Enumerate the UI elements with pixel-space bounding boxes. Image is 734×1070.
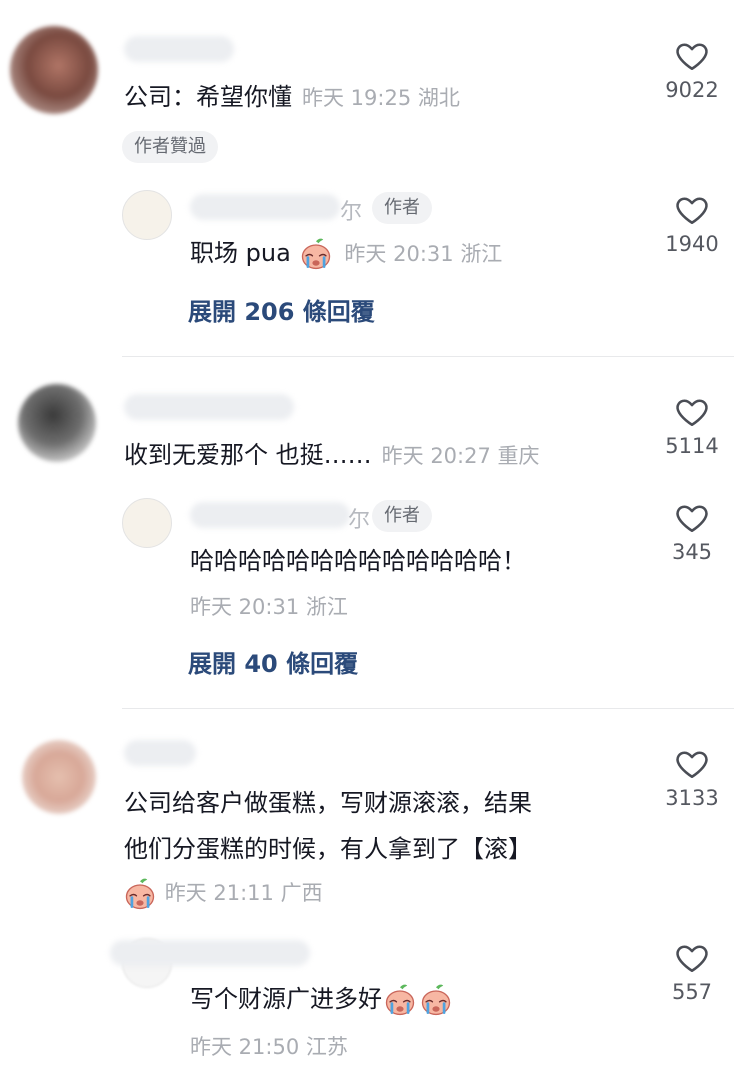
username[interactable] [124, 36, 234, 62]
reply-avatar[interactable] [122, 190, 172, 240]
author-liked-badge: 作者贊過 [122, 131, 218, 163]
author-badge: 作者 [372, 192, 432, 224]
author-badge: 作者 [372, 500, 432, 532]
comment-text: 收到无爱那个 也挺…… 昨天 20:27 重庆 [124, 438, 540, 473]
timestamp: 昨天 20:31 [344, 242, 454, 266]
heart-outline-icon[interactable] [674, 192, 710, 228]
timestamp: 昨天 19:25 [302, 86, 412, 110]
like-count: 5114 [665, 434, 719, 458]
location: 湖北 [417, 86, 460, 110]
reply-username[interactable] [190, 502, 350, 528]
divider [122, 356, 734, 357]
username[interactable] [124, 394, 294, 420]
heart-outline-icon[interactable] [674, 746, 710, 782]
reply-text: 哈哈哈哈哈哈哈哈哈哈哈哈哈！ [190, 547, 526, 575]
crying-peach-emoji-icon [298, 236, 334, 272]
location: 重庆 [497, 444, 540, 468]
comment-meta: 昨天 19:25 湖北 [302, 86, 460, 110]
like-count: 1940 [665, 232, 719, 256]
avatar[interactable] [10, 26, 98, 114]
comment-meta: 昨天 20:27 重庆 [382, 444, 540, 468]
divider [122, 708, 734, 709]
comment-text-line-2: 他们分蛋糕的时候，有人拿到了【滚】 [124, 835, 532, 863]
username[interactable] [124, 740, 196, 766]
heart-outline-icon[interactable] [674, 500, 710, 536]
timestamp: 昨天 21:11 [164, 881, 274, 905]
like-button[interactable]: 5114 [652, 394, 732, 458]
expand-replies-link[interactable]: 展開 206 條回覆 [188, 292, 375, 327]
reply-username-tail: 尔 [348, 508, 371, 533]
reply-username-tail: 尔 [340, 200, 363, 225]
like-button[interactable]: 345 [652, 500, 732, 564]
reply-body: 职场 pua [190, 239, 291, 267]
timestamp: 昨天 20:31 [190, 595, 300, 619]
location: 广西 [280, 881, 323, 905]
like-button[interactable]: 3133 [652, 746, 732, 810]
timestamp: 昨天 20:27 [381, 444, 491, 468]
reply-username[interactable] [110, 940, 310, 966]
crying-peach-emoji-icon [382, 982, 418, 1018]
reply-text: 职场 pua 昨天 20:31 浙江 [190, 236, 502, 272]
location: 江苏 [305, 1035, 348, 1059]
crying-peach-emoji-icon [418, 982, 454, 1018]
heart-outline-icon[interactable] [674, 394, 710, 430]
reply-meta: 昨天 21:50 江苏 [190, 1032, 348, 1062]
location: 浙江 [305, 595, 348, 619]
like-button[interactable]: 1940 [652, 192, 732, 256]
heart-outline-icon[interactable] [674, 38, 710, 74]
like-count: 345 [671, 540, 713, 564]
comment-text: 公司：希望你懂 昨天 19:25 湖北 [124, 80, 460, 115]
avatar[interactable] [18, 384, 96, 462]
expand-replies-link[interactable]: 展開 40 條回覆 [188, 644, 358, 679]
avatar[interactable] [22, 740, 96, 814]
reply-meta: 昨天 20:31 浙江 [190, 592, 348, 622]
reply-text: 写个财源广进多好 [190, 982, 454, 1018]
like-button[interactable]: 9022 [652, 38, 732, 102]
comment-body: 收到无爱那个 也挺…… [124, 441, 372, 469]
like-count: 3133 [665, 786, 719, 810]
reply-username[interactable] [190, 194, 340, 220]
comment-text-line-1: 公司给客户做蛋糕，写财源滚滚，结果 [124, 789, 532, 817]
heart-outline-icon[interactable] [674, 940, 710, 976]
like-count: 9022 [665, 78, 719, 102]
crying-peach-emoji-icon [122, 876, 158, 912]
comment-body: 公司：希望你懂 [124, 83, 292, 111]
location: 浙江 [460, 242, 503, 266]
reply-body: 写个财源广进多好 [190, 985, 382, 1013]
reply-avatar[interactable] [122, 498, 172, 548]
reply-meta: 昨天 20:31 浙江 [344, 242, 502, 266]
comment-meta: 昨天 21:11 广西 [122, 876, 323, 912]
like-count: 557 [671, 980, 713, 1004]
like-button[interactable]: 557 [652, 940, 732, 1004]
timestamp: 昨天 21:50 [190, 1035, 300, 1059]
